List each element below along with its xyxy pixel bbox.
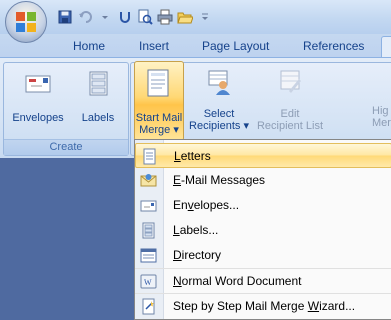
edit-recipient-list-button[interactable]: Edit Recipient List [256,67,324,132]
menu-item-label: Directory [173,248,222,262]
labels-button[interactable]: Labels [76,69,120,124]
labels-label: Labels [81,112,115,124]
undo-icon[interactable] [76,8,94,26]
menu-item-envelopes[interactable]: Envelopes... [135,193,391,218]
create-group: Envelopes Labels Create [3,62,129,156]
menu-item-email-messages[interactable]: E-Mail Messages [135,168,391,193]
ribbon-tabs: Home Insert Page Layout References [0,34,391,59]
create-group-label: Create [4,139,128,155]
menu-item-label: Labels... [173,223,219,237]
tab-references[interactable]: References [303,39,364,53]
dropdown-arrow-icon[interactable] [96,8,114,26]
tab-page-layout[interactable]: Page Layout [202,39,269,53]
recipients-icon [208,70,230,95]
tab-insert[interactable]: Insert [139,39,169,53]
redo-icon[interactable] [116,8,134,26]
tab-home[interactable]: Home [73,39,105,53]
start-mail-merge-label-2: Merge ▾ [139,124,179,136]
directory-icon [140,248,157,263]
office-logo-icon [16,12,36,32]
mail-merge-document-icon [147,69,169,97]
letter-icon [143,148,156,165]
select-recipients-label-2: Recipients ▾ [189,120,249,132]
start-mail-merge-button[interactable]: Start Mail Merge ▾ [134,61,184,141]
menu-item-label: E-Mail Messages [173,173,266,187]
tab-mailings[interactable] [381,36,391,59]
labels-icon [142,222,155,239]
title-bar [0,0,391,35]
menu-item-normal-word-document[interactable]: W Normal Word Document [135,268,391,294]
envelope-icon [140,200,157,212]
email-icon [140,174,157,187]
edit-recipient-list-label-1: Edit [280,108,300,120]
quick-access-toolbar [56,8,214,26]
edit-recipient-list-label-2: Recipient List [256,120,324,132]
customize-toolbar-icon[interactable] [196,8,214,26]
labels-sheet-icon [89,71,108,96]
wizard-icon [142,298,155,315]
save-icon[interactable] [56,8,74,26]
svg-text:W: W [144,278,152,287]
highlight-merge-fields-button[interactable]: Hig Merg [372,105,391,129]
menu-item-letters[interactable]: Letters [135,143,391,168]
print-icon[interactable] [156,8,174,26]
envelopes-button[interactable]: Envelopes [10,69,66,124]
print-preview-icon[interactable] [136,8,154,26]
menu-item-label: Step by Step Mail Merge Wizard... [173,299,356,313]
envelope-icon [25,75,51,93]
open-folder-icon[interactable] [176,8,194,26]
envelopes-label: Envelopes [12,112,64,124]
select-recipients-button[interactable]: Select Recipients ▾ [184,67,254,132]
menu-item-label: Normal Word Document [173,274,302,288]
start-mail-merge-label-1: Start Mail [135,112,183,124]
menu-item-mail-merge-wizard[interactable]: Step by Step Mail Merge Wizard... [135,293,391,319]
menu-item-label: Letters [174,149,211,163]
select-recipients-label-1: Select [203,108,235,120]
office-button[interactable] [5,1,47,43]
edit-list-icon [280,70,301,93]
menu-item-label: Envelopes... [173,198,240,212]
menu-item-labels[interactable]: Labels... [135,218,391,243]
highlight-merge-fields-label-1: Hig [372,105,389,117]
normal-document-icon: W [140,274,157,289]
start-mail-merge-menu: Letters E-Mail Messages Envelopes... Lab… [134,139,391,320]
menu-item-directory[interactable]: Directory [135,243,391,268]
highlight-merge-fields-label-2: Merg [372,117,391,129]
